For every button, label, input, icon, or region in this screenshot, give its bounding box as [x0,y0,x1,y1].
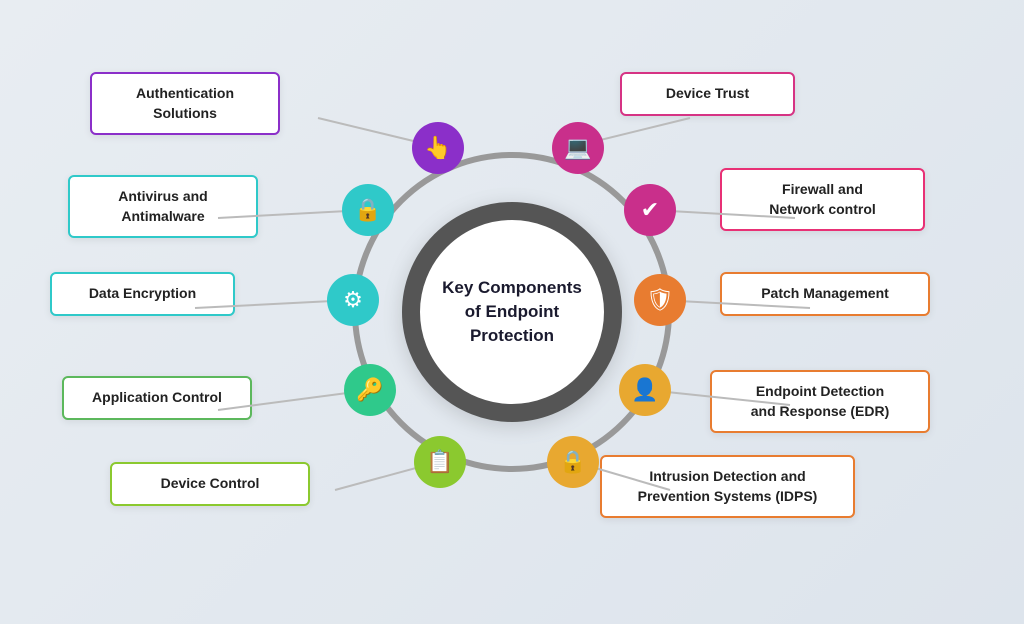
device-trust-box: Device Trust [620,72,795,116]
center-text: Key Components of Endpoint Protection [442,276,582,347]
data-encryption-icon: ⚙ [327,274,379,326]
center-circle: Key Components of Endpoint Protection [402,202,622,422]
authentication-icon: 👆 [412,122,464,174]
patch-management-label: Patch Management [761,285,889,301]
idps-box: Intrusion Detection andPrevention System… [600,455,855,518]
patch-management-icon: 🛡 [634,274,686,326]
edr-box: Endpoint Detectionand Response (EDR) [710,370,930,433]
antivirus-box: Antivirus andAntimalware [68,175,258,238]
application-control-box: Application Control [62,376,252,420]
authentication-box: Authentication Solutions [90,72,280,135]
device-trust-icon: 💻 [552,122,604,174]
antivirus-label: Antivirus andAntimalware [118,188,207,224]
firewall-box: Firewall andNetwork control [720,168,925,231]
idps-label: Intrusion Detection andPrevention System… [638,468,818,504]
application-control-label: Application Control [92,389,222,405]
antivirus-icon: 🔒 [342,184,394,236]
device-control-label: Device Control [161,475,260,491]
patch-management-box: Patch Management [720,272,930,316]
application-control-icon: 🔑 [344,364,396,416]
edr-label: Endpoint Detectionand Response (EDR) [751,383,889,419]
device-control-icon: 📋 [414,436,466,488]
edr-icon: 👤 [619,364,671,416]
diagram-container: Key Components of Endpoint Protection 👆 … [0,0,1024,624]
data-encryption-box: Data Encryption [50,272,235,316]
authentication-label: Authentication Solutions [136,85,234,121]
device-control-box: Device Control [110,462,310,506]
firewall-icon: ✔ [624,184,676,236]
idps-icon: 🔒 [547,436,599,488]
firewall-label: Firewall andNetwork control [769,181,876,217]
data-encryption-label: Data Encryption [89,285,196,301]
device-trust-label: Device Trust [666,85,749,101]
